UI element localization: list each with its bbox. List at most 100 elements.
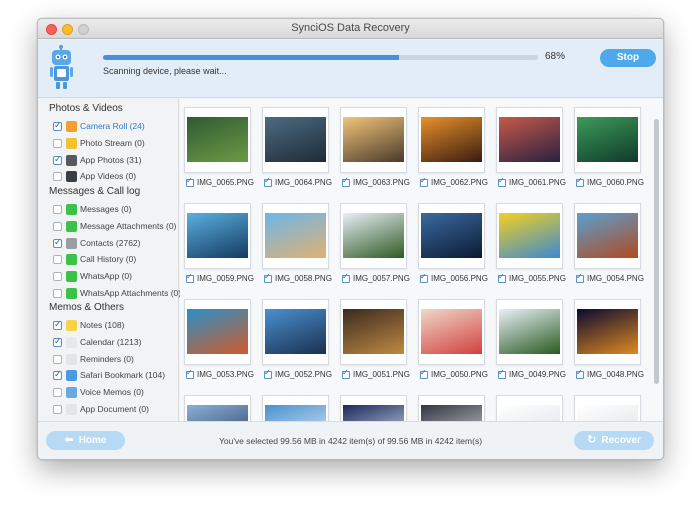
photo-item: IMG_0061.PNG — [498, 176, 578, 190]
photo-thumbnail[interactable] — [418, 107, 485, 173]
photo-item: IMG_0053.PNG — [186, 368, 266, 382]
photo-thumbnail[interactable] — [184, 107, 251, 173]
category-checkbox[interactable] — [53, 289, 62, 298]
photo-checkbox[interactable] — [264, 176, 272, 187]
whatsapp-icon — [66, 271, 77, 283]
photo-thumbnail[interactable] — [418, 203, 485, 269]
photo-thumbnail[interactable] — [184, 299, 251, 365]
sidebar-item[interactable]: WhatsApp (0) — [53, 270, 179, 283]
photo-checkbox[interactable] — [420, 176, 428, 187]
category-checkbox[interactable] — [53, 138, 62, 148]
photo-checkbox[interactable] — [264, 272, 272, 283]
recover-button[interactable]: ↻ Recover — [574, 431, 654, 450]
photo-thumbnail[interactable] — [262, 107, 329, 173]
messages-icon — [66, 204, 77, 215]
category-checkbox[interactable] — [53, 120, 62, 131]
sidebar-item[interactable]: Voice Memos (0) — [53, 386, 179, 399]
category-checkbox[interactable] — [53, 405, 62, 414]
photo-thumbnail[interactable] — [496, 395, 563, 421]
photo-thumbnail[interactable] — [574, 299, 641, 365]
scan-progress-bar — [103, 55, 538, 60]
category-checkbox[interactable] — [53, 154, 62, 165]
photo-thumbnail[interactable] — [262, 395, 329, 421]
sidebar-item[interactable]: Safari Bookmark (104) — [53, 369, 179, 382]
category-checkbox[interactable] — [53, 369, 62, 381]
category-checkbox[interactable] — [53, 172, 62, 182]
category-checkbox[interactable] — [53, 354, 62, 364]
category-checkbox[interactable] — [53, 205, 62, 214]
photo-checkbox[interactable] — [342, 176, 350, 187]
photo-thumbnail[interactable] — [574, 203, 641, 269]
photo-checkbox[interactable] — [186, 176, 194, 187]
photo-thumbnail[interactable] — [340, 203, 407, 269]
category-checkbox[interactable] — [53, 272, 62, 282]
sidebar-item[interactable]: App Photos (31) — [53, 154, 179, 167]
scan-progress-fill — [103, 55, 399, 60]
photo-preview-image — [421, 213, 482, 258]
sidebar-item-label: Voice Memos (0) — [80, 387, 144, 398]
photo-item: IMG_0055.PNG — [498, 272, 578, 286]
photo-item: IMG_0063.PNG — [342, 176, 422, 190]
photo-thumbnail[interactable] — [340, 299, 407, 365]
photo-checkbox[interactable] — [420, 368, 428, 379]
sidebar-item[interactable]: Message Attachments (0) — [53, 220, 179, 233]
photo-thumbnail[interactable] — [496, 107, 563, 173]
photo-checkbox[interactable] — [576, 368, 584, 379]
photo-checkbox[interactable] — [576, 176, 584, 187]
photo-thumbnail[interactable] — [574, 395, 641, 421]
category-checkbox[interactable] — [53, 237, 62, 248]
photo-thumbnail[interactable] — [574, 107, 641, 173]
photo-thumbnail[interactable] — [340, 107, 407, 173]
sidebar-item[interactable]: Photo Stream (0) — [53, 137, 179, 150]
photo-thumbnail[interactable] — [418, 299, 485, 365]
video-icon — [66, 171, 77, 183]
photo-checkbox[interactable] — [186, 272, 194, 283]
sidebar-item-label: App Document (0) — [80, 404, 149, 414]
grid-scrollbar[interactable] — [654, 119, 659, 384]
photo-checkbox[interactable] — [420, 272, 428, 283]
photo-preview-image — [577, 213, 638, 258]
photo-thumbnail[interactable] — [496, 203, 563, 269]
photo-preview-image — [265, 213, 326, 258]
photo-checkbox[interactable] — [498, 176, 506, 187]
sidebar-item-label: Calendar (1213) — [80, 336, 142, 347]
photo-thumbnail[interactable] — [340, 395, 407, 421]
photo-checkbox[interactable] — [576, 272, 584, 283]
sidebar-item[interactable]: Camera Roll (24) — [53, 120, 179, 133]
sidebar-item[interactable]: App Videos (0) — [53, 170, 179, 183]
sidebar-item-label: WhatsApp Attachments (0) — [80, 288, 182, 298]
contacts-icon — [66, 237, 77, 249]
photo-checkbox[interactable] — [498, 368, 506, 379]
sidebar-item[interactable]: Reminders (0) — [53, 353, 179, 366]
sidebar-item[interactable]: Notes (108) — [53, 319, 179, 332]
category-checkbox[interactable] — [53, 221, 62, 231]
photo-thumbnail[interactable] — [496, 299, 563, 365]
photo-thumbnail[interactable] — [262, 203, 329, 269]
sidebar-item[interactable]: WhatsApp Attachments (0) — [53, 287, 182, 300]
photo-item: IMG_0050.PNG — [420, 368, 500, 382]
photo-item: IMG_0057.PNG — [342, 272, 422, 286]
photo-checkbox[interactable] — [342, 272, 350, 283]
sidebar-item[interactable]: App Document (0) — [53, 403, 179, 416]
category-checkbox[interactable] — [53, 255, 62, 265]
photo-checkbox[interactable] — [264, 368, 272, 379]
photo-thumbnail[interactable] — [184, 395, 251, 421]
photo-preview-image — [421, 405, 482, 421]
category-checkbox[interactable] — [53, 388, 62, 398]
photo-thumbnail[interactable] — [262, 299, 329, 365]
category-checkbox[interactable] — [53, 336, 62, 347]
photo-preview-image — [265, 309, 326, 354]
sidebar-item[interactable]: Messages (0) — [53, 203, 179, 216]
sidebar-item[interactable]: Contacts (2762) — [53, 237, 179, 250]
photo-thumbnail[interactable] — [184, 203, 251, 269]
category-checkbox[interactable] — [53, 319, 62, 330]
sidebar-item[interactable]: Calendar (1213) — [53, 336, 179, 349]
stop-button[interactable]: Stop — [600, 49, 656, 67]
photo-checkbox[interactable] — [342, 368, 350, 379]
photo-item: IMG_0051.PNG — [342, 368, 422, 382]
photo-checkbox[interactable] — [498, 272, 506, 283]
photo-checkbox[interactable] — [186, 368, 194, 379]
photo-thumbnail[interactable] — [418, 395, 485, 421]
sidebar-item[interactable]: Call History (0) — [53, 253, 179, 266]
sidebar-item-label: App Videos (0) — [80, 171, 137, 182]
